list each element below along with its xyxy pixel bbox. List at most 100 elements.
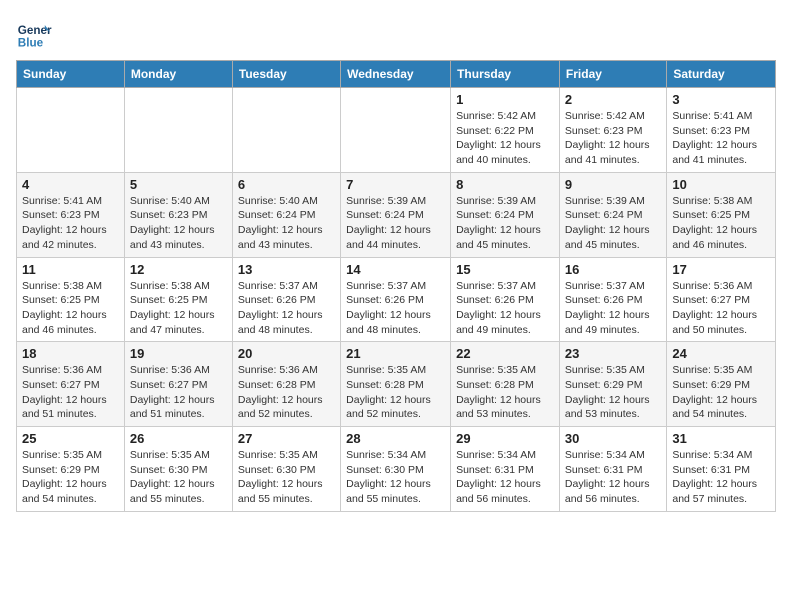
calendar-cell (17, 88, 125, 173)
calendar-body: 1 Sunrise: 5:42 AM Sunset: 6:22 PM Daylig… (17, 88, 776, 512)
day-number: 14 (346, 262, 445, 277)
calendar-cell: 8Sunrise: 5:39 AM Sunset: 6:24 PM Daylig… (451, 172, 560, 257)
calendar-week-5: 25 Sunrise: 5:35 AM Sunset: 6:29 PM Dayli… (17, 427, 776, 512)
day-number: 24 (672, 346, 770, 361)
day-info: Sunrise: 5:36 AM Sunset: 6:27 PM Dayligh… (130, 363, 227, 422)
col-header-sunday: Sunday (17, 61, 125, 88)
calendar-week-2: 4 Sunrise: 5:41 AM Sunset: 6:23 PM Daylig… (17, 172, 776, 257)
logo: General Blue (16, 16, 56, 52)
day-info: Sunrise: 5:41 AM Sunset: 6:23 PM Dayligh… (22, 194, 119, 253)
day-info: Sunrise: 5:37 AM Sunset: 6:26 PM Dayligh… (346, 279, 445, 338)
day-number: 31 (672, 431, 770, 446)
day-number: 3 (672, 92, 770, 107)
day-info: Sunrise: 5:40 AM Sunset: 6:24 PM Dayligh… (238, 194, 335, 253)
calendar-cell: 6 Sunrise: 5:40 AM Sunset: 6:24 PM Daylig… (232, 172, 340, 257)
day-number: 9 (565, 177, 661, 192)
day-number: 20 (238, 346, 335, 361)
calendar-cell: 30 Sunrise: 5:34 AM Sunset: 6:31 PM Dayli… (559, 427, 666, 512)
calendar-cell: 29 Sunrise: 5:34 AM Sunset: 6:31 PM Dayli… (451, 427, 560, 512)
day-info: Sunrise: 5:35 AM Sunset: 6:28 PM Dayligh… (346, 363, 445, 422)
calendar-cell: 12Sunrise: 5:38 AM Sunset: 6:25 PM Dayli… (124, 257, 232, 342)
day-info: Sunrise: 5:34 AM Sunset: 6:31 PM Dayligh… (456, 448, 554, 507)
day-number: 11 (22, 262, 119, 277)
day-info: Sunrise: 5:35 AM Sunset: 6:30 PM Dayligh… (130, 448, 227, 507)
calendar-cell: 28 Sunrise: 5:34 AM Sunset: 6:30 PM Dayli… (341, 427, 451, 512)
day-info: Sunrise: 5:34 AM Sunset: 6:30 PM Dayligh… (346, 448, 445, 507)
day-number: 25 (22, 431, 119, 446)
calendar-cell: 10 Sunrise: 5:38 AM Sunset: 6:25 PM Dayli… (667, 172, 776, 257)
day-info: Sunrise: 5:39 AM Sunset: 6:24 PM Dayligh… (565, 194, 661, 253)
day-info: Sunrise: 5:39 AM Sunset: 6:24 PM Dayligh… (346, 194, 445, 253)
calendar-cell: 17Sunrise: 5:36 AM Sunset: 6:27 PM Dayli… (667, 257, 776, 342)
day-number: 19 (130, 346, 227, 361)
day-info: Sunrise: 5:37 AM Sunset: 6:26 PM Dayligh… (456, 279, 554, 338)
day-number: 1 (456, 92, 554, 107)
day-info: Sunrise: 5:38 AM Sunset: 6:25 PM Dayligh… (672, 194, 770, 253)
calendar-cell: 24 Sunrise: 5:35 AM Sunset: 6:29 PM Dayli… (667, 342, 776, 427)
day-number: 18 (22, 346, 119, 361)
calendar-cell (341, 88, 451, 173)
calendar-cell: 22Sunrise: 5:35 AM Sunset: 6:28 PM Dayli… (451, 342, 560, 427)
day-number: 22 (456, 346, 554, 361)
day-info: Sunrise: 5:38 AM Sunset: 6:25 PM Dayligh… (22, 279, 119, 338)
calendar-cell: 2 Sunrise: 5:42 AM Sunset: 6:23 PM Daylig… (559, 88, 666, 173)
calendar-cell: 21 Sunrise: 5:35 AM Sunset: 6:28 PM Dayli… (341, 342, 451, 427)
calendar-table: SundayMondayTuesdayWednesdayThursdayFrid… (16, 60, 776, 512)
day-number: 13 (238, 262, 335, 277)
day-info: Sunrise: 5:42 AM Sunset: 6:23 PM Dayligh… (565, 109, 661, 168)
day-number: 2 (565, 92, 661, 107)
logo-icon: General Blue (16, 16, 52, 52)
col-header-wednesday: Wednesday (341, 61, 451, 88)
calendar-week-3: 11 Sunrise: 5:38 AM Sunset: 6:25 PM Dayli… (17, 257, 776, 342)
calendar-cell: 9 Sunrise: 5:39 AM Sunset: 6:24 PM Daylig… (559, 172, 666, 257)
day-number: 23 (565, 346, 661, 361)
calendar-cell: 4 Sunrise: 5:41 AM Sunset: 6:23 PM Daylig… (17, 172, 125, 257)
calendar-cell: 26 Sunrise: 5:35 AM Sunset: 6:30 PM Dayli… (124, 427, 232, 512)
calendar-cell: 15Sunrise: 5:37 AM Sunset: 6:26 PM Dayli… (451, 257, 560, 342)
day-info: Sunrise: 5:35 AM Sunset: 6:29 PM Dayligh… (565, 363, 661, 422)
calendar-cell: 20 Sunrise: 5:36 AM Sunset: 6:28 PM Dayli… (232, 342, 340, 427)
day-number: 8 (456, 177, 554, 192)
day-info: Sunrise: 5:36 AM Sunset: 6:27 PM Dayligh… (22, 363, 119, 422)
day-info: Sunrise: 5:35 AM Sunset: 6:29 PM Dayligh… (22, 448, 119, 507)
col-header-monday: Monday (124, 61, 232, 88)
calendar-cell: 3 Sunrise: 5:41 AM Sunset: 6:23 PM Daylig… (667, 88, 776, 173)
calendar-header-row: SundayMondayTuesdayWednesdayThursdayFrid… (17, 61, 776, 88)
calendar-cell (232, 88, 340, 173)
day-info: Sunrise: 5:41 AM Sunset: 6:23 PM Dayligh… (672, 109, 770, 168)
svg-text:Blue: Blue (18, 37, 44, 50)
calendar-cell: 18 Sunrise: 5:36 AM Sunset: 6:27 PM Dayli… (17, 342, 125, 427)
day-number: 6 (238, 177, 335, 192)
calendar-cell (124, 88, 232, 173)
col-header-saturday: Saturday (667, 61, 776, 88)
day-number: 17 (672, 262, 770, 277)
calendar-cell: 19 Sunrise: 5:36 AM Sunset: 6:27 PM Dayli… (124, 342, 232, 427)
day-number: 21 (346, 346, 445, 361)
day-info: Sunrise: 5:36 AM Sunset: 6:28 PM Dayligh… (238, 363, 335, 422)
calendar-cell: 11 Sunrise: 5:38 AM Sunset: 6:25 PM Dayli… (17, 257, 125, 342)
day-number: 29 (456, 431, 554, 446)
day-number: 28 (346, 431, 445, 446)
day-info: Sunrise: 5:34 AM Sunset: 6:31 PM Dayligh… (672, 448, 770, 507)
day-number: 30 (565, 431, 661, 446)
day-info: Sunrise: 5:42 AM Sunset: 6:22 PM Dayligh… (456, 109, 554, 168)
calendar-cell: 16Sunrise: 5:37 AM Sunset: 6:26 PM Dayli… (559, 257, 666, 342)
calendar-cell: 27Sunrise: 5:35 AM Sunset: 6:30 PM Dayli… (232, 427, 340, 512)
day-info: Sunrise: 5:35 AM Sunset: 6:29 PM Dayligh… (672, 363, 770, 422)
day-info: Sunrise: 5:37 AM Sunset: 6:26 PM Dayligh… (565, 279, 661, 338)
calendar-week-4: 18 Sunrise: 5:36 AM Sunset: 6:27 PM Dayli… (17, 342, 776, 427)
day-info: Sunrise: 5:35 AM Sunset: 6:30 PM Dayligh… (238, 448, 335, 507)
day-number: 4 (22, 177, 119, 192)
day-number: 10 (672, 177, 770, 192)
day-info: Sunrise: 5:34 AM Sunset: 6:31 PM Dayligh… (565, 448, 661, 507)
calendar-cell: 25 Sunrise: 5:35 AM Sunset: 6:29 PM Dayli… (17, 427, 125, 512)
calendar-cell: 23 Sunrise: 5:35 AM Sunset: 6:29 PM Dayli… (559, 342, 666, 427)
calendar-week-1: 1 Sunrise: 5:42 AM Sunset: 6:22 PM Daylig… (17, 88, 776, 173)
day-number: 5 (130, 177, 227, 192)
day-number: 26 (130, 431, 227, 446)
day-info: Sunrise: 5:40 AM Sunset: 6:23 PM Dayligh… (130, 194, 227, 253)
calendar-cell: 7Sunrise: 5:39 AM Sunset: 6:24 PM Daylig… (341, 172, 451, 257)
col-header-thursday: Thursday (451, 61, 560, 88)
calendar-cell: 14 Sunrise: 5:37 AM Sunset: 6:26 PM Dayli… (341, 257, 451, 342)
calendar-cell: 13Sunrise: 5:37 AM Sunset: 6:26 PM Dayli… (232, 257, 340, 342)
